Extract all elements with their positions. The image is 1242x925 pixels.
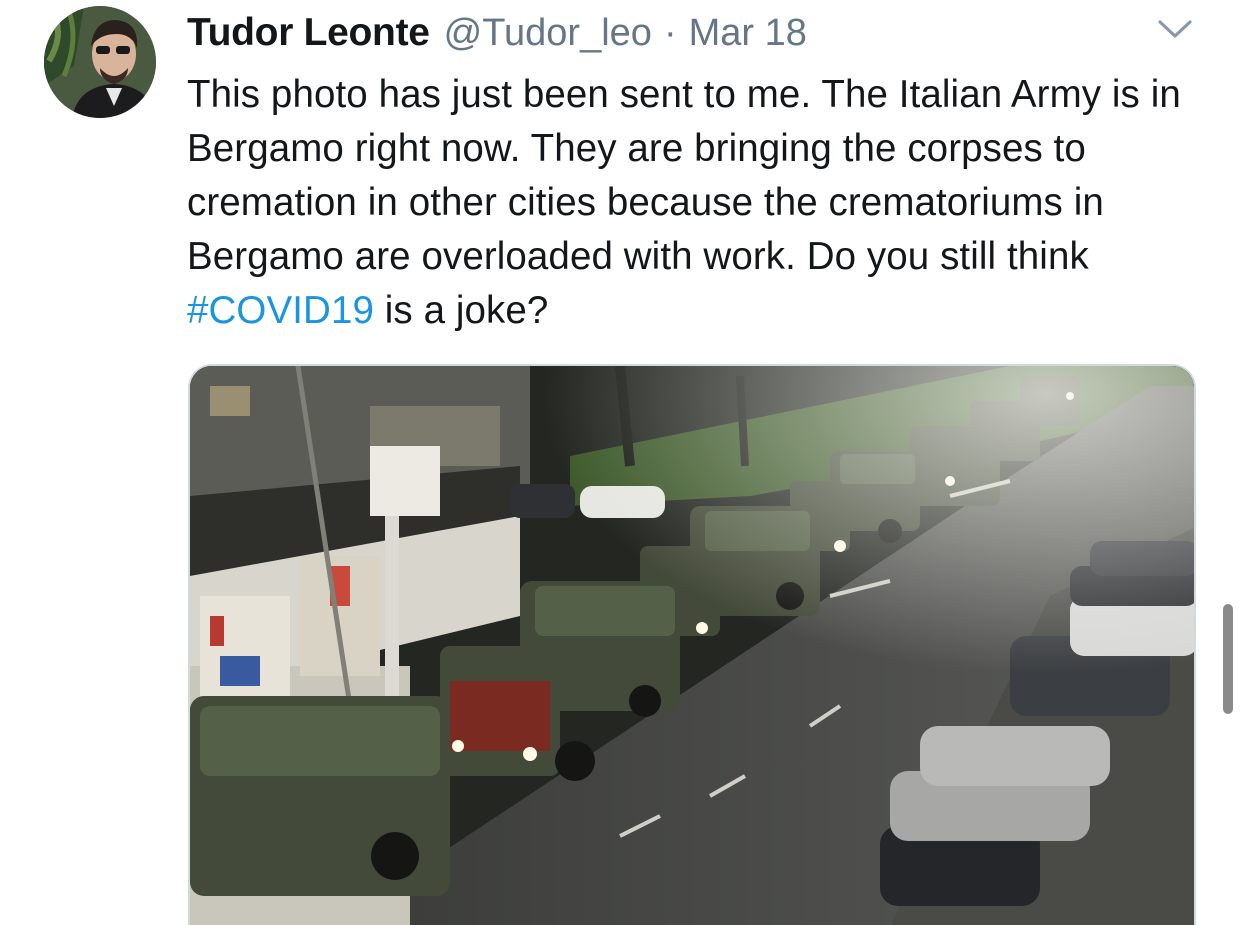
convoy-photo xyxy=(190,366,1194,925)
tweet-date[interactable]: Mar 18 xyxy=(689,12,807,55)
hashtag-link[interactable]: #COVID19 xyxy=(187,289,374,332)
tweet-text-end: is a joke? xyxy=(373,289,549,332)
tweet-text-body: This photo has just been sent to me. The… xyxy=(187,73,1181,278)
author-display-name[interactable]: Tudor Leonte xyxy=(187,11,430,55)
tweet-text: This photo has just been sent to me. The… xyxy=(187,68,1217,338)
separator-dot: · xyxy=(663,11,677,54)
author-handle[interactable]: @Tudor_leo xyxy=(444,12,652,55)
avatar[interactable] xyxy=(44,6,156,118)
tweet-header: Tudor Leonte @Tudor_leo · Mar 18 xyxy=(187,10,807,56)
avatar-photo xyxy=(44,6,156,118)
media-image[interactable] xyxy=(188,364,1196,925)
chevron-down-icon[interactable] xyxy=(1156,14,1194,44)
scrollbar-thumb[interactable] xyxy=(1223,604,1233,714)
